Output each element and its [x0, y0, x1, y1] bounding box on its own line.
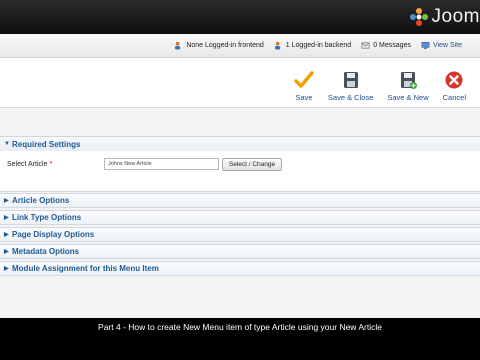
- save-label: Save: [295, 93, 313, 102]
- select-change-button[interactable]: Select / Change: [222, 157, 282, 171]
- select-article-label: Select Article *: [7, 160, 53, 168]
- logo-text: Joom: [431, 6, 480, 27]
- messages-status[interactable]: 0 Messages: [361, 41, 411, 50]
- article-options-title: Article Options: [12, 196, 70, 205]
- article-field[interactable]: Johns New Article: [104, 158, 219, 170]
- users-icon: [274, 41, 281, 50]
- admin-header: Joom: [0, 0, 480, 34]
- required-settings-panel: ▼ Required Settings Select Article * John…: [0, 136, 480, 192]
- metadata-options-panel[interactable]: ▶ Metadata Options: [0, 244, 480, 259]
- module-assignment-title: Module Assignment for this Menu Item: [12, 264, 159, 273]
- expanded-arrow-icon: ▼: [4, 141, 10, 147]
- collapsed-arrow-icon: ▶: [4, 249, 9, 255]
- joomla-logo: Joom: [409, 6, 480, 28]
- cancel-icon: [445, 71, 463, 89]
- caption-bar: Part 4 - How to create New Menu item of …: [0, 318, 480, 360]
- backend-users-label: 1 Logged-in backend: [285, 42, 352, 49]
- save-new-button[interactable]: Save & New: [387, 70, 429, 102]
- cancel-label: Cancel: [442, 93, 466, 102]
- messages-label: 0 Messages: [373, 42, 411, 49]
- required-marker: *: [49, 160, 53, 168]
- monitor-icon: [421, 42, 430, 50]
- backend-users-status: 1 Logged-in backend: [274, 41, 351, 50]
- select-article-row: Select Article * Johns New Article Select…: [0, 155, 480, 173]
- checkmark-icon: [294, 71, 314, 88]
- collapsed-arrow-icon: ▶: [4, 198, 9, 204]
- article-options-panel[interactable]: ▶ Article Options: [0, 193, 480, 208]
- floppy-disk-icon: [343, 72, 358, 88]
- save-close-label: Save & Close: [327, 93, 374, 102]
- status-bar: None Logged-in frontend 1 Logged-in back…: [0, 34, 480, 58]
- collapsed-arrow-icon: ▶: [4, 232, 9, 238]
- view-site-link[interactable]: View Site: [421, 41, 462, 50]
- required-settings-header[interactable]: ▼ Required Settings: [0, 137, 480, 151]
- metadata-options-title: Metadata Options: [12, 247, 80, 256]
- collapsed-arrow-icon: ▶: [4, 215, 9, 221]
- page-display-options-title: Page Display Options: [12, 230, 95, 239]
- messages-icon: [361, 42, 370, 49]
- joomla-logo-icon: [409, 8, 428, 26]
- view-site-label: View Site: [432, 42, 462, 49]
- save-button[interactable]: Save: [294, 70, 314, 102]
- users-icon: [175, 41, 181, 50]
- link-type-options-panel[interactable]: ▶ Link Type Options: [0, 210, 480, 225]
- collapsed-arrow-icon: ▶: [4, 266, 9, 272]
- frontend-users-status: None Logged-in frontend: [174, 41, 264, 50]
- toolbar: Save Save & Close Save & New Cancel: [0, 58, 480, 108]
- page-display-options-panel[interactable]: ▶ Page Display Options: [0, 227, 480, 242]
- frontend-users-label: None Logged-in frontend: [186, 42, 264, 49]
- save-new-label: Save & New: [387, 93, 429, 102]
- save-close-button[interactable]: Save & Close: [328, 70, 373, 102]
- module-assignment-panel[interactable]: ▶ Module Assignment for this Menu Item: [0, 261, 480, 276]
- link-type-options-title: Link Type Options: [12, 213, 82, 222]
- video-caption: Part 4 - How to create New Menu item of …: [98, 322, 382, 332]
- cancel-button[interactable]: Cancel: [443, 70, 466, 102]
- floppy-disk-plus-icon: [401, 72, 417, 89]
- required-settings-title: Required Settings: [12, 139, 81, 149]
- edit-form: ▼ Required Settings Select Article * John…: [0, 108, 480, 318]
